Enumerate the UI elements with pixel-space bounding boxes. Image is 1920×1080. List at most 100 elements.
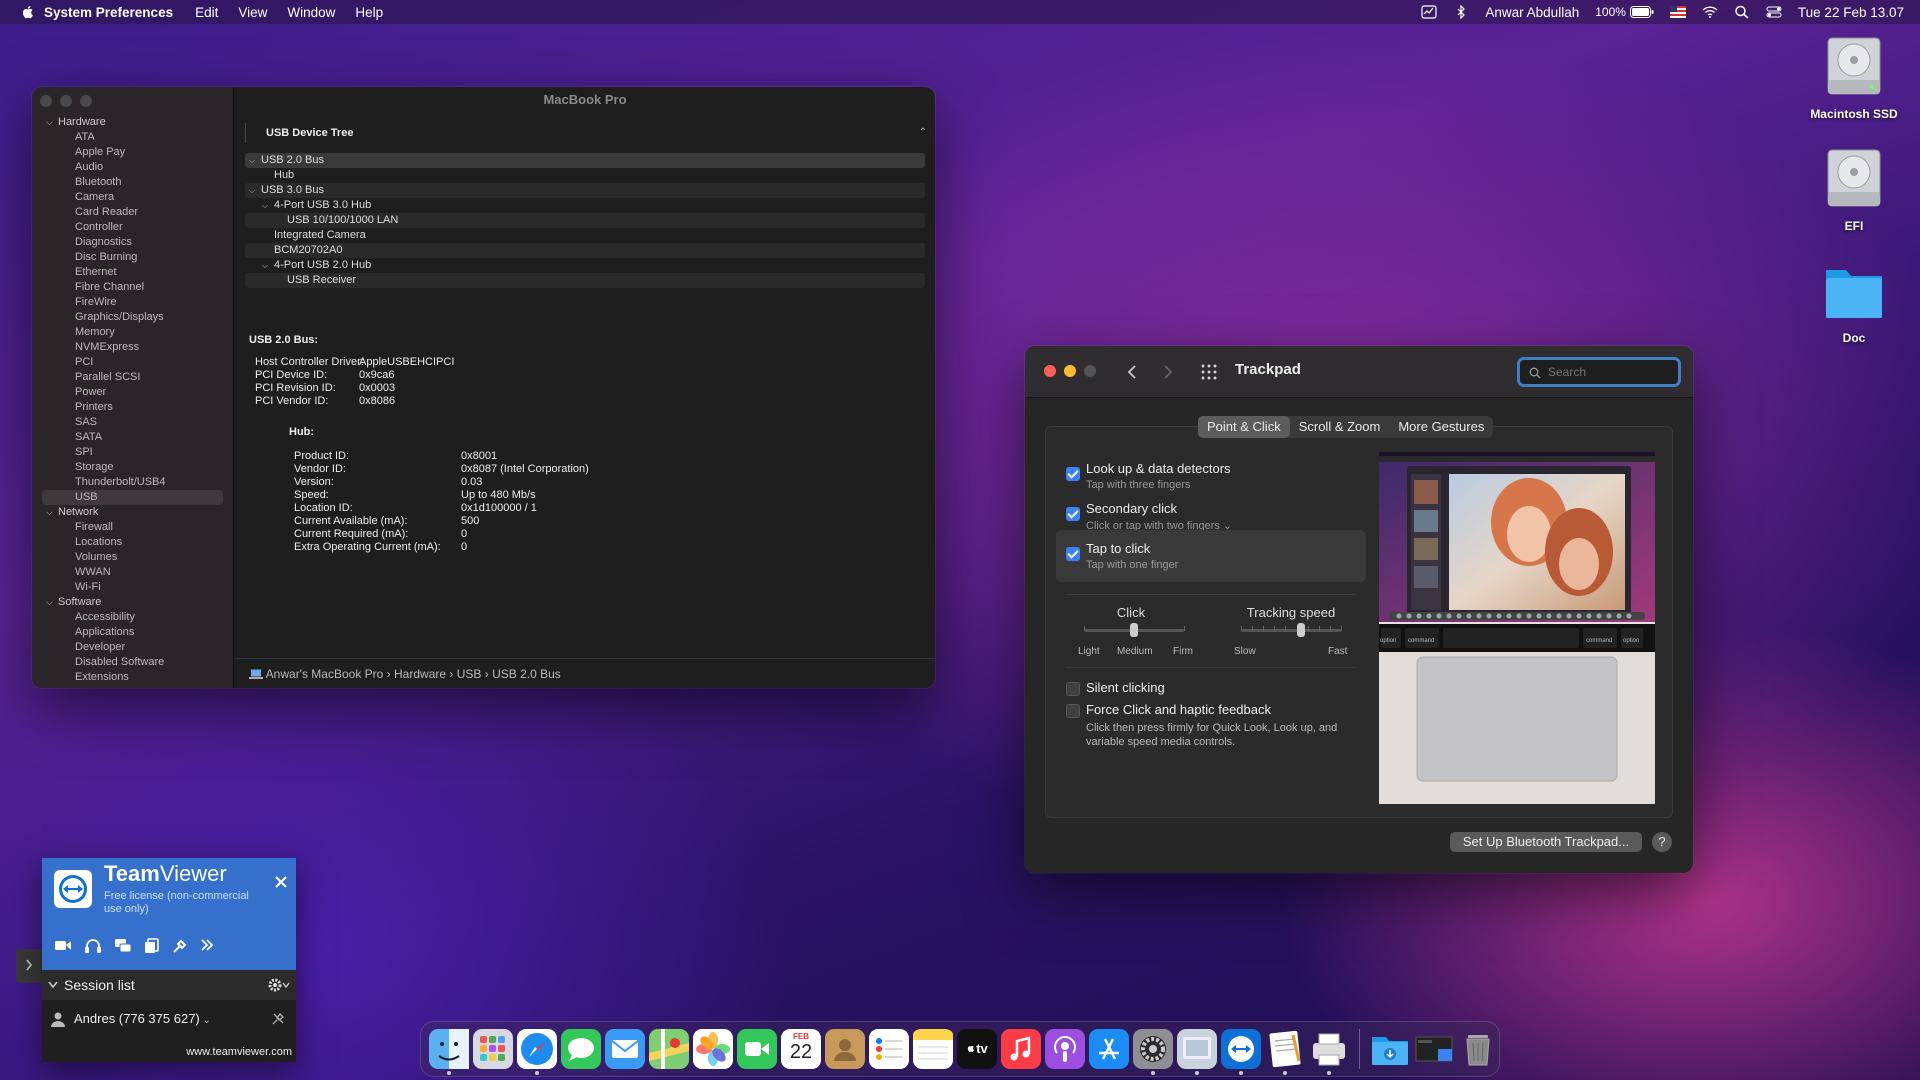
menu-window[interactable]: Window <box>277 5 345 20</box>
dock-notes[interactable] <box>913 1029 953 1069</box>
tools-icon[interactable] <box>172 938 188 954</box>
tree-row[interactable]: ⌵ USB 3.0 Bus <box>245 183 925 198</box>
dock-apple-tv[interactable]: tv <box>957 1029 997 1069</box>
tab-point-click[interactable]: Point & Click <box>1198 416 1290 438</box>
desktop-icon-macintosh-ssd[interactable]: Macintosh SSD <box>1804 32 1904 121</box>
sidebar-item-diagnostics[interactable]: Diagnostics <box>32 235 233 250</box>
zoom-button[interactable] <box>80 95 92 107</box>
dock-photos[interactable] <box>693 1029 733 1069</box>
chevron-down-icon[interactable]: ⌵ <box>46 595 58 610</box>
control-center-icon[interactable] <box>1766 5 1782 19</box>
tree-header[interactable]: USB Device Tree ⌃ <box>245 123 935 143</box>
tree-row[interactable]: USB Receiver <box>245 273 925 288</box>
lookup-checkbox[interactable] <box>1066 467 1080 481</box>
breadcrumb-item[interactable]: Hardware <box>394 667 446 681</box>
tab-more-gestures[interactable]: More Gestures <box>1389 416 1493 438</box>
chevron-up-icon[interactable]: ⌃ <box>919 123 927 143</box>
sidebar-item-controller[interactable]: Controller <box>32 220 233 235</box>
sidebar-item-card-reader[interactable]: Card Reader <box>32 205 233 220</box>
chevron-down-icon[interactable]: ⌵ <box>46 115 58 130</box>
dock-printer[interactable] <box>1309 1029 1349 1075</box>
sidebar-item-storage[interactable]: Storage <box>32 460 233 475</box>
dock-finder[interactable] <box>429 1029 469 1075</box>
sidebar-item-extensions[interactable]: Extensions <box>32 670 233 685</box>
tree-row[interactable]: USB 10/100/1000 LAN <box>245 213 925 228</box>
sidebar-item-audio[interactable]: Audio <box>32 160 233 175</box>
tree-row[interactable]: Integrated Camera <box>245 228 925 243</box>
dock-mail[interactable] <box>605 1029 645 1069</box>
sidebar-item-spi[interactable]: SPI <box>32 445 233 460</box>
close-button[interactable] <box>1044 365 1056 377</box>
dock-downloads-folder[interactable] <box>1370 1029 1410 1069</box>
sidebar-item-power[interactable]: Power <box>32 385 233 400</box>
sidebar-item-graphics-displays[interactable]: Graphics/Displays <box>32 310 233 325</box>
search-input[interactable]: Search <box>1517 357 1681 387</box>
spotlight-search-icon[interactable] <box>1734 5 1750 19</box>
dock-maps[interactable] <box>649 1029 689 1069</box>
chat-icon[interactable] <box>114 938 132 954</box>
dock-facetime[interactable] <box>737 1029 777 1069</box>
force-click-checkbox[interactable] <box>1066 704 1080 718</box>
wifi-icon[interactable] <box>1702 5 1718 19</box>
sidebar-item-wi-fi[interactable]: Wi-Fi <box>32 580 233 595</box>
silent-clicking-checkbox[interactable] <box>1066 682 1080 696</box>
sidebar-item-usb[interactable]: USB <box>42 490 223 505</box>
dock-podcasts[interactable] <box>1045 1029 1085 1069</box>
sidebar-item-firewire[interactable]: FireWire <box>32 295 233 310</box>
sidebar-item-camera[interactable]: Camera <box>32 190 233 205</box>
sidebar-item-thunderbolt-usb4[interactable]: Thunderbolt/USB4 <box>32 475 233 490</box>
menu-user-name[interactable]: Anwar Abdullah <box>1485 5 1579 20</box>
tree-row[interactable]: ⌵ USB 2.0 Bus <box>245 153 925 168</box>
back-arrow-icon[interactable] <box>1126 364 1138 380</box>
activity-monitor-icon[interactable] <box>1421 5 1437 19</box>
chevron-down-icon[interactable]: ⌵ <box>249 183 261 198</box>
breadcrumb-item[interactable]: USB 2.0 Bus <box>492 667 561 681</box>
dock-safari[interactable] <box>517 1029 557 1075</box>
grid-icon[interactable] <box>1201 364 1217 380</box>
sidebar-group-software[interactable]: ⌵ Software <box>32 595 233 610</box>
sidebar-item-firewall[interactable]: Firewall <box>32 520 233 535</box>
close-button[interactable] <box>40 95 52 107</box>
session-list-header[interactable]: Session list <box>42 970 296 1000</box>
menu-help[interactable]: Help <box>345 5 393 20</box>
dock-app-store[interactable] <box>1089 1029 1129 1069</box>
tree-row[interactable]: Hub <box>245 168 925 183</box>
sidebar-item-nvmexpress[interactable]: NVMExpress <box>32 340 233 355</box>
dock-contacts[interactable] <box>825 1029 865 1069</box>
sidebar-item-fibre-channel[interactable]: Fibre Channel <box>32 280 233 295</box>
tap-to-click-checkbox[interactable] <box>1066 547 1080 561</box>
chevron-down-icon[interactable]: ⌵ <box>262 198 274 213</box>
setup-bluetooth-trackpad-button[interactable]: Set Up Bluetooth Trackpad... <box>1450 832 1642 852</box>
sidebar-item-parallel-scsi[interactable]: Parallel SCSI <box>32 370 233 385</box>
sidebar-item-accessibility[interactable]: Accessibility <box>32 610 233 625</box>
click-slider-handle[interactable] <box>1130 623 1138 637</box>
menu-app-name[interactable]: System Preferences <box>36 5 185 20</box>
chevron-down-icon[interactable]: ⌵ <box>262 258 274 273</box>
tree-row[interactable]: ⌵ 4-Port USB 2.0 Hub <box>245 258 925 273</box>
close-icon[interactable] <box>275 876 287 888</box>
dock-music[interactable] <box>1001 1029 1041 1069</box>
forward-arrow-icon[interactable] <box>1162 364 1174 380</box>
dock-messages[interactable] <box>561 1029 601 1069</box>
sidebar-item-bluetooth[interactable]: Bluetooth <box>32 175 233 190</box>
chevron-down-icon[interactable]: ⌵ <box>249 153 261 168</box>
zoom-button[interactable] <box>1084 365 1096 377</box>
apple-menu-icon[interactable] <box>20 4 36 20</box>
flag-us-icon[interactable] <box>1669 6 1686 18</box>
sidebar-item-memory[interactable]: Memory <box>32 325 233 340</box>
sidebar-item-locations[interactable]: Locations <box>32 535 233 550</box>
sidebar-item-disc-burning[interactable]: Disc Burning <box>32 250 233 265</box>
video-camera-icon[interactable] <box>54 938 72 952</box>
tree-row[interactable] <box>245 288 925 303</box>
menu-edit[interactable]: Edit <box>185 5 228 20</box>
session-contact-row[interactable]: Andres (776 375 627) ⌄ <box>42 1004 296 1034</box>
chevron-down-icon[interactable]: ⌵ <box>46 505 58 520</box>
double-chevron-right-icon[interactable] <box>200 938 214 952</box>
dock-trash[interactable] <box>1458 1029 1498 1069</box>
tracking-slider-handle[interactable] <box>1297 623 1305 637</box>
dock-textedit[interactable] <box>1265 1029 1305 1075</box>
sidebar-group-network[interactable]: ⌵ Network <box>32 505 233 520</box>
sidebar-item-volumes[interactable]: Volumes <box>32 550 233 565</box>
sidebar-item-sata[interactable]: SATA <box>32 430 233 445</box>
tree-row[interactable]: ⌵ 4-Port USB 3.0 Hub <box>245 198 925 213</box>
